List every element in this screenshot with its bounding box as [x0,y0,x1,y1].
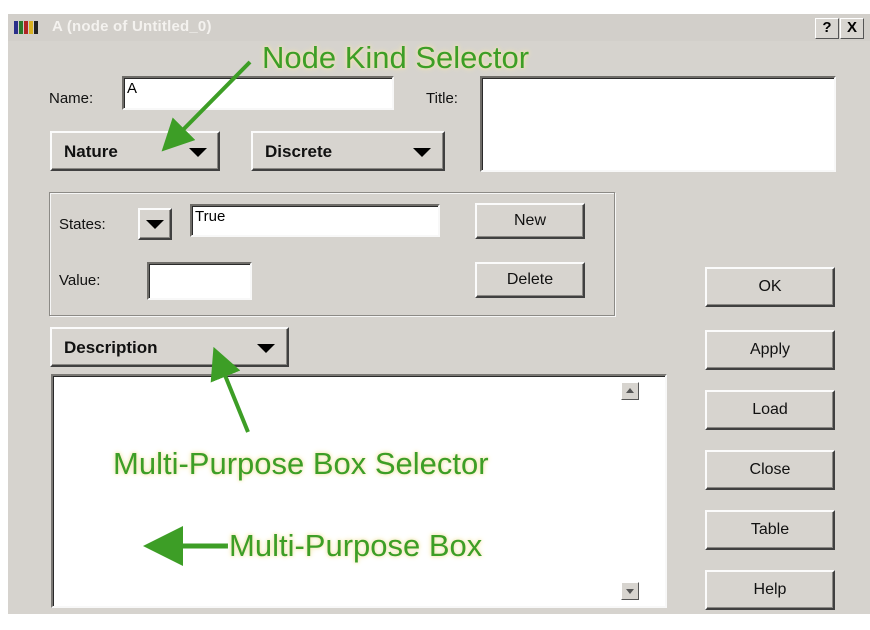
multi-purpose-box-selector-annotation: Multi-Purpose Box Selector [113,446,489,481]
node-kind-selector-annotation: Node Kind Selector [262,40,530,75]
arrow-icon [161,60,252,152]
arrow-icon [210,346,250,433]
multi-purpose-box-annotation: Multi-Purpose Box [229,528,483,563]
